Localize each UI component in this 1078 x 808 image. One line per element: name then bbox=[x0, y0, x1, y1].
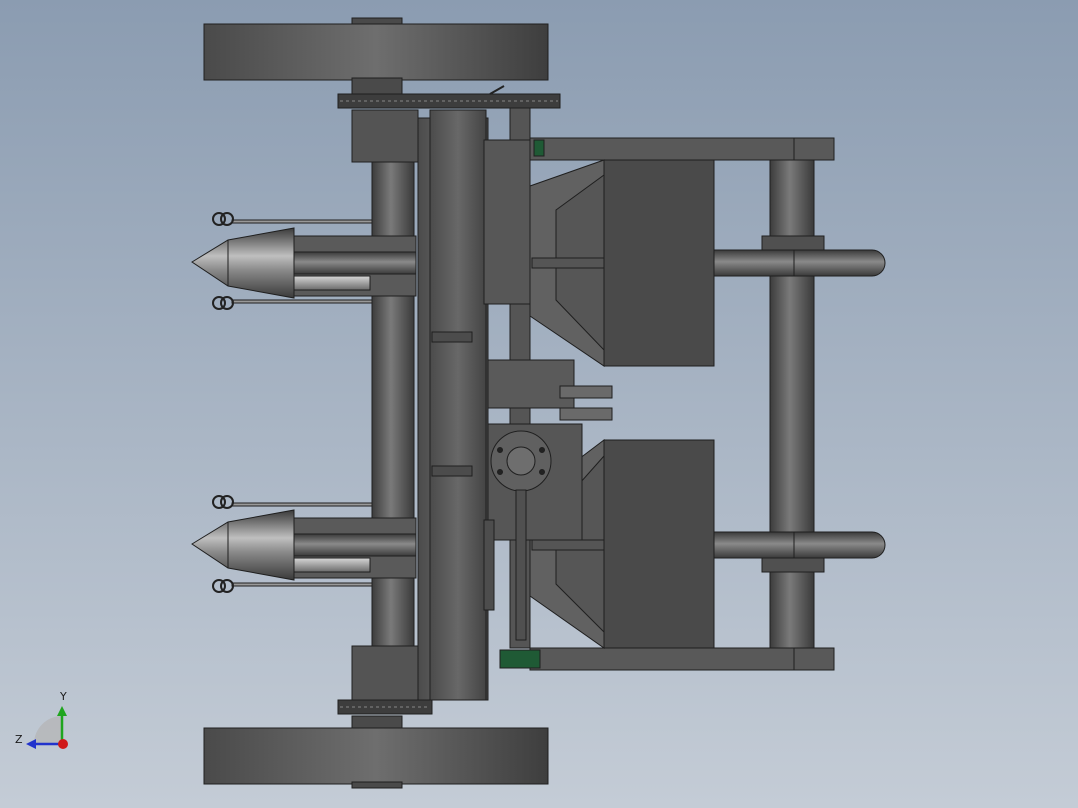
bottom-bearing-block bbox=[351, 645, 419, 701]
cad-viewport[interactable]: Y Z bbox=[0, 0, 1078, 808]
triad-z-arrow bbox=[26, 739, 36, 749]
top-bearing-block bbox=[351, 109, 419, 163]
bottom-chain-sprocket bbox=[337, 699, 433, 715]
rear-shaft bbox=[769, 159, 815, 651]
frame-bottom-rail bbox=[529, 647, 835, 671]
main-shaft bbox=[371, 109, 415, 701]
bottom-wheel bbox=[203, 715, 549, 789]
triad-y-arrow bbox=[57, 706, 67, 716]
top-wheel bbox=[203, 17, 549, 95]
triad-x-dot bbox=[58, 739, 68, 749]
machine-top-view[interactable]: Y Z bbox=[0, 0, 1078, 808]
top-coupler bbox=[533, 139, 545, 157]
frame-top-rail bbox=[529, 137, 835, 161]
triad-z-label: Z bbox=[15, 733, 23, 746]
triad-arc bbox=[34, 716, 62, 744]
orientation-triad: Y Z bbox=[15, 690, 68, 749]
triad-y-label: Y bbox=[59, 690, 67, 703]
bottom-coupler bbox=[499, 649, 541, 669]
upper-drum bbox=[483, 139, 531, 305]
